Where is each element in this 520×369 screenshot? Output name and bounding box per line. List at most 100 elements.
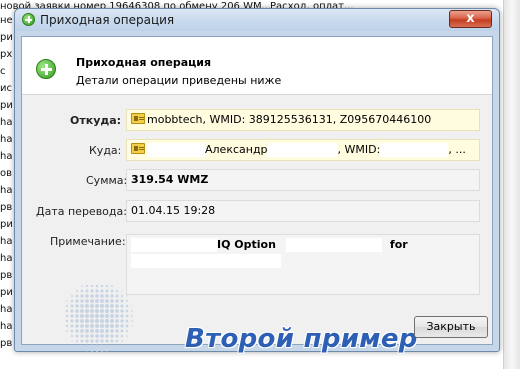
date-label: Дата перевода: [36,205,127,218]
globe-dot [110,324,114,328]
globe-dot [75,304,79,308]
globe-dot [105,329,109,333]
globe-dot [120,319,124,323]
globe-dot [91,350,93,352]
globe-dot [115,319,119,323]
globe-dot [95,294,99,298]
globe-dot [89,303,95,309]
globe-dot [126,295,128,297]
globe-dot [70,314,74,318]
globe-dot [89,318,95,324]
to-label: Куда: [89,144,122,157]
globe-dot [95,284,99,288]
date-field[interactable]: 01.04.15 19:28 [126,200,480,222]
globe-dot [80,309,84,313]
globe-dot [70,304,74,308]
globe-dot [94,303,100,309]
from-field[interactable]: mobbtech, WMID: 389125536131, Z095670446… [126,109,480,131]
globe-dot [110,344,114,348]
globe-dot [126,335,128,337]
globe-dot [70,309,74,313]
wm-passport-icon [131,113,145,124]
globe-dot [109,308,115,314]
to-field[interactable]: Александр , WMID: , ... [126,139,480,161]
amount-field[interactable]: 319.54 WMZ [126,169,480,191]
globe-dot [84,323,90,329]
note-line-1: IQ Option for [131,238,475,252]
globe-dot [125,329,129,333]
note-label: Примечание: [50,235,126,248]
globe-dot [105,299,109,303]
from-value: mobbtech, WMID: 389125536131, Z095670446… [147,113,432,126]
globe-dot [115,309,119,313]
globe-dot [109,313,115,319]
globe-dot [115,299,119,303]
globe-dot [85,294,89,298]
globe-dot [80,314,84,318]
globe-dot [131,325,133,327]
globe-dot [120,294,124,298]
globe-dot [70,329,74,333]
globe-dot [110,289,114,293]
globe-dot [110,339,114,343]
globe-dot [75,329,79,333]
to-name: Александр [205,143,268,156]
globe-dot [80,324,84,328]
globe-dot [90,344,94,348]
globe-dot [90,294,94,298]
redacted-note-start [131,238,217,252]
globe-dot [121,290,123,292]
globe-dot [125,319,129,323]
redacted-patronymic [267,143,338,157]
globe-dot [125,324,129,328]
globe-dot [84,308,90,314]
globe-dot [90,339,94,343]
globe-dot [94,323,100,329]
window-plus-icon [22,13,35,26]
to-wmid-label: , WMID: [337,143,381,156]
globe-dot [80,339,84,343]
globe-dot [70,334,74,338]
globe-dot [104,308,110,314]
globe-dot [65,324,69,328]
globe-dot [99,328,105,334]
globe-dot [90,334,94,338]
globe-dot [105,284,109,288]
globe-dot [94,313,100,319]
globe-dot [106,350,108,352]
globe-dot [81,285,83,287]
globe-dot [131,315,133,317]
watermark-text: Второй пример [185,324,418,354]
globe-dot [85,299,89,303]
globe-dot [125,309,129,313]
globe-dot [75,319,79,323]
globe-dot [105,344,109,348]
globe-dot [95,299,99,303]
note-textarea[interactable]: IQ Option for [126,234,480,295]
globe-dot [85,289,89,293]
globe-dot [99,323,105,329]
note-iq-option: IQ Option [217,238,276,251]
globe-logo [65,284,133,352]
redacted-note-end [131,254,281,268]
globe-dot [89,328,95,334]
background-scrollbar[interactable] [503,0,520,369]
globe-dot [120,329,124,333]
globe-dot [85,334,89,338]
title-bar[interactable]: Приходная операция x [15,9,499,31]
globe-dot [120,314,124,318]
globe-dot [84,318,90,324]
window-close-button[interactable]: x [449,10,492,28]
globe-dot [120,334,124,338]
globe-dot [115,329,119,333]
globe-dot [85,329,89,333]
globe-dot [109,318,115,324]
close-button[interactable]: Закрыть [414,316,488,338]
globe-dot [110,294,114,298]
globe-dot [116,345,118,347]
globe-dot [70,319,74,323]
globe-dot [65,314,69,318]
globe-dot [99,303,105,309]
window-title: Приходная операция [40,13,175,27]
globe-dot [99,318,105,324]
